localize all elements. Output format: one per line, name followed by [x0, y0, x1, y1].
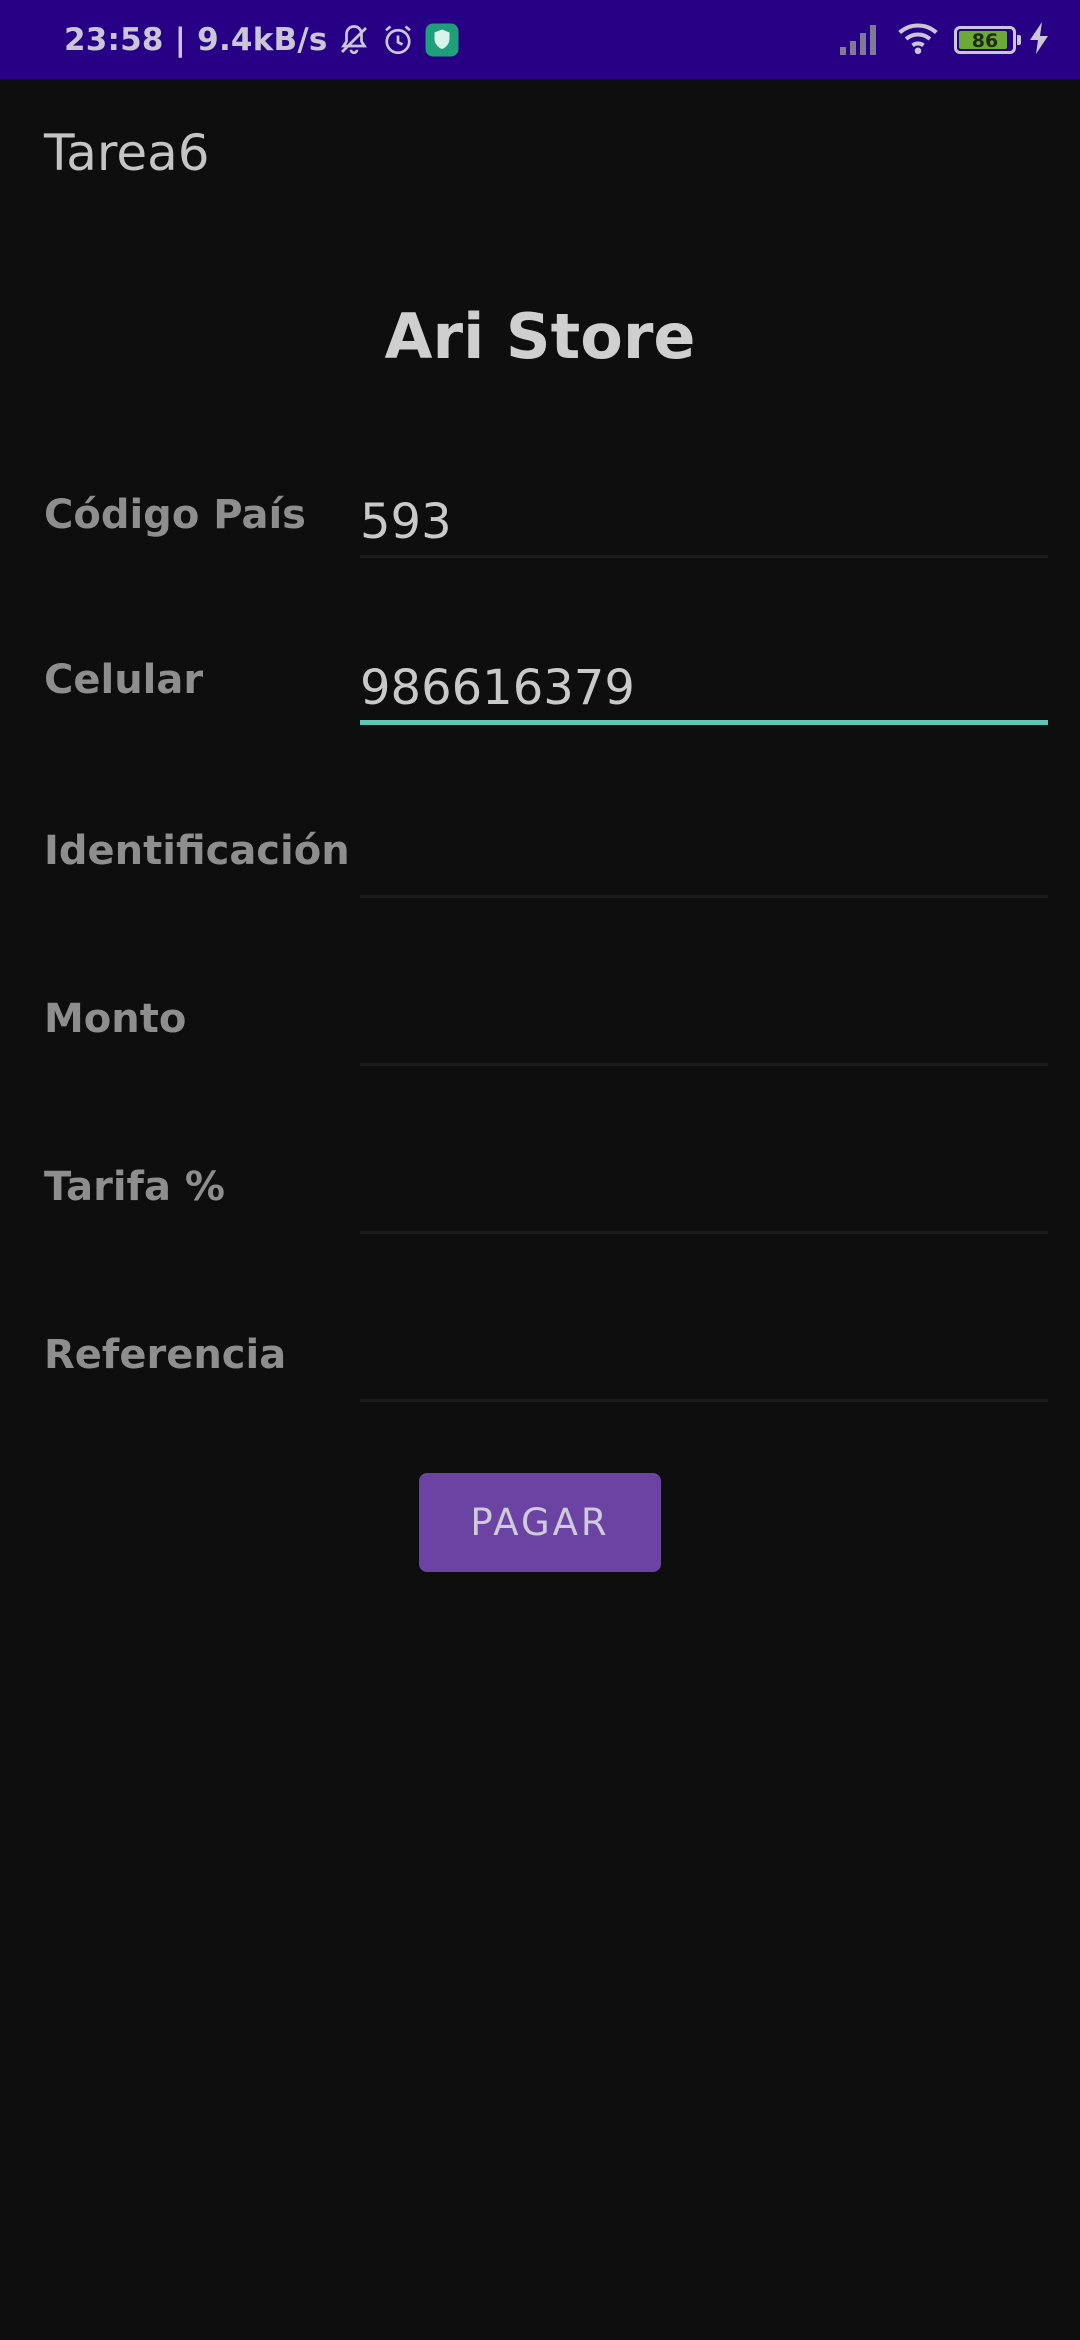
- wifi-icon: [896, 19, 940, 61]
- amount-label: Monto: [44, 996, 187, 1042]
- vpn-shield-icon: [424, 22, 460, 58]
- identification-label: Identificación: [44, 828, 350, 874]
- pay-button[interactable]: PAGAR: [419, 1473, 661, 1572]
- status-left: 23:58 | 9.4kB/s: [64, 0, 460, 79]
- battery-level: 86: [971, 29, 999, 52]
- reference-label: Referencia: [44, 1332, 287, 1378]
- amount-input[interactable]: [360, 996, 1048, 1066]
- muted-bell-icon: [336, 22, 372, 58]
- status-time-speed: 23:58 | 9.4kB/s: [64, 21, 328, 58]
- app-screen: 23:58 | 9.4kB/s 86 Tarea6 Ari Store Códi…: [0, 0, 1080, 2340]
- status-bar: 23:58 | 9.4kB/s 86: [0, 0, 1080, 79]
- phone-input[interactable]: [360, 655, 1048, 725]
- rate-input[interactable]: [360, 1164, 1048, 1234]
- status-right: 86: [838, 0, 1050, 79]
- identification-input[interactable]: [360, 828, 1048, 898]
- reference-input[interactable]: [360, 1332, 1048, 1402]
- app-title: Tarea6: [44, 124, 210, 182]
- country-code-input[interactable]: [360, 488, 1048, 558]
- battery-icon: 86: [954, 25, 1021, 54]
- charging-icon: [1028, 21, 1050, 58]
- signal-icon: [838, 21, 882, 59]
- alarm-icon: [380, 22, 416, 58]
- rate-label: Tarifa %: [44, 1164, 225, 1210]
- battery-tip: [1017, 34, 1021, 45]
- phone-label: Celular: [44, 657, 204, 703]
- store-title: Ari Store: [384, 300, 696, 373]
- country-code-label: Código País: [44, 492, 306, 538]
